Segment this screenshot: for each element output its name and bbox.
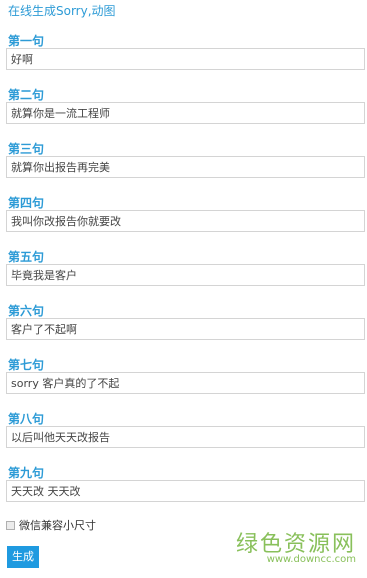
sentence-row-4: 第四句 xyxy=(0,192,367,246)
sentence-row-9: 第九句 xyxy=(0,462,367,516)
generate-button[interactable]: 生成 xyxy=(7,546,39,568)
sentence-label: 第九句 xyxy=(8,466,45,480)
sentence-row-6: 第六句 xyxy=(0,300,367,354)
wechat-compat-option[interactable]: 微信兼容小尺寸 xyxy=(6,517,96,533)
sentence-form: 第一句 第二句 第三句 第四句 第五句 第六句 第七句 第八句 第九句 xyxy=(0,30,367,516)
sentence-input[interactable] xyxy=(6,156,365,178)
sentence-input[interactable] xyxy=(6,480,365,502)
sentence-input[interactable] xyxy=(6,48,365,70)
page-title[interactable]: 在线生成Sorry,动图 xyxy=(8,2,116,19)
sentence-input[interactable] xyxy=(6,210,365,232)
site-watermark: 绿色资源网 www.downcc.com xyxy=(232,522,362,572)
sentence-row-8: 第八句 xyxy=(0,408,367,462)
sentence-input[interactable] xyxy=(6,426,365,448)
wechat-compat-label[interactable]: 微信兼容小尺寸 xyxy=(19,517,96,533)
sentence-label: 第二句 xyxy=(8,88,45,102)
sentence-label: 第六句 xyxy=(8,304,45,318)
sentence-row-1: 第一句 xyxy=(0,30,367,84)
sentence-input[interactable] xyxy=(6,264,365,286)
sentence-label: 第三句 xyxy=(8,142,45,156)
sentence-label: 第八句 xyxy=(8,412,45,426)
sentence-row-3: 第三句 xyxy=(0,138,367,192)
sentence-row-7: 第七句 xyxy=(0,354,367,408)
sentence-label: 第一句 xyxy=(8,34,45,48)
sentence-label: 第七句 xyxy=(8,358,45,372)
sentence-input[interactable] xyxy=(6,318,365,340)
wechat-compat-checkbox[interactable] xyxy=(6,520,15,530)
sentence-input[interactable] xyxy=(6,372,365,394)
watermark-url: www.downcc.com xyxy=(266,554,356,565)
sentence-label: 第五句 xyxy=(8,250,45,264)
sentence-row-5: 第五句 xyxy=(0,246,367,300)
sentence-row-2: 第二句 xyxy=(0,84,367,138)
sentence-label: 第四句 xyxy=(8,196,45,210)
sentence-input[interactable] xyxy=(6,102,365,124)
